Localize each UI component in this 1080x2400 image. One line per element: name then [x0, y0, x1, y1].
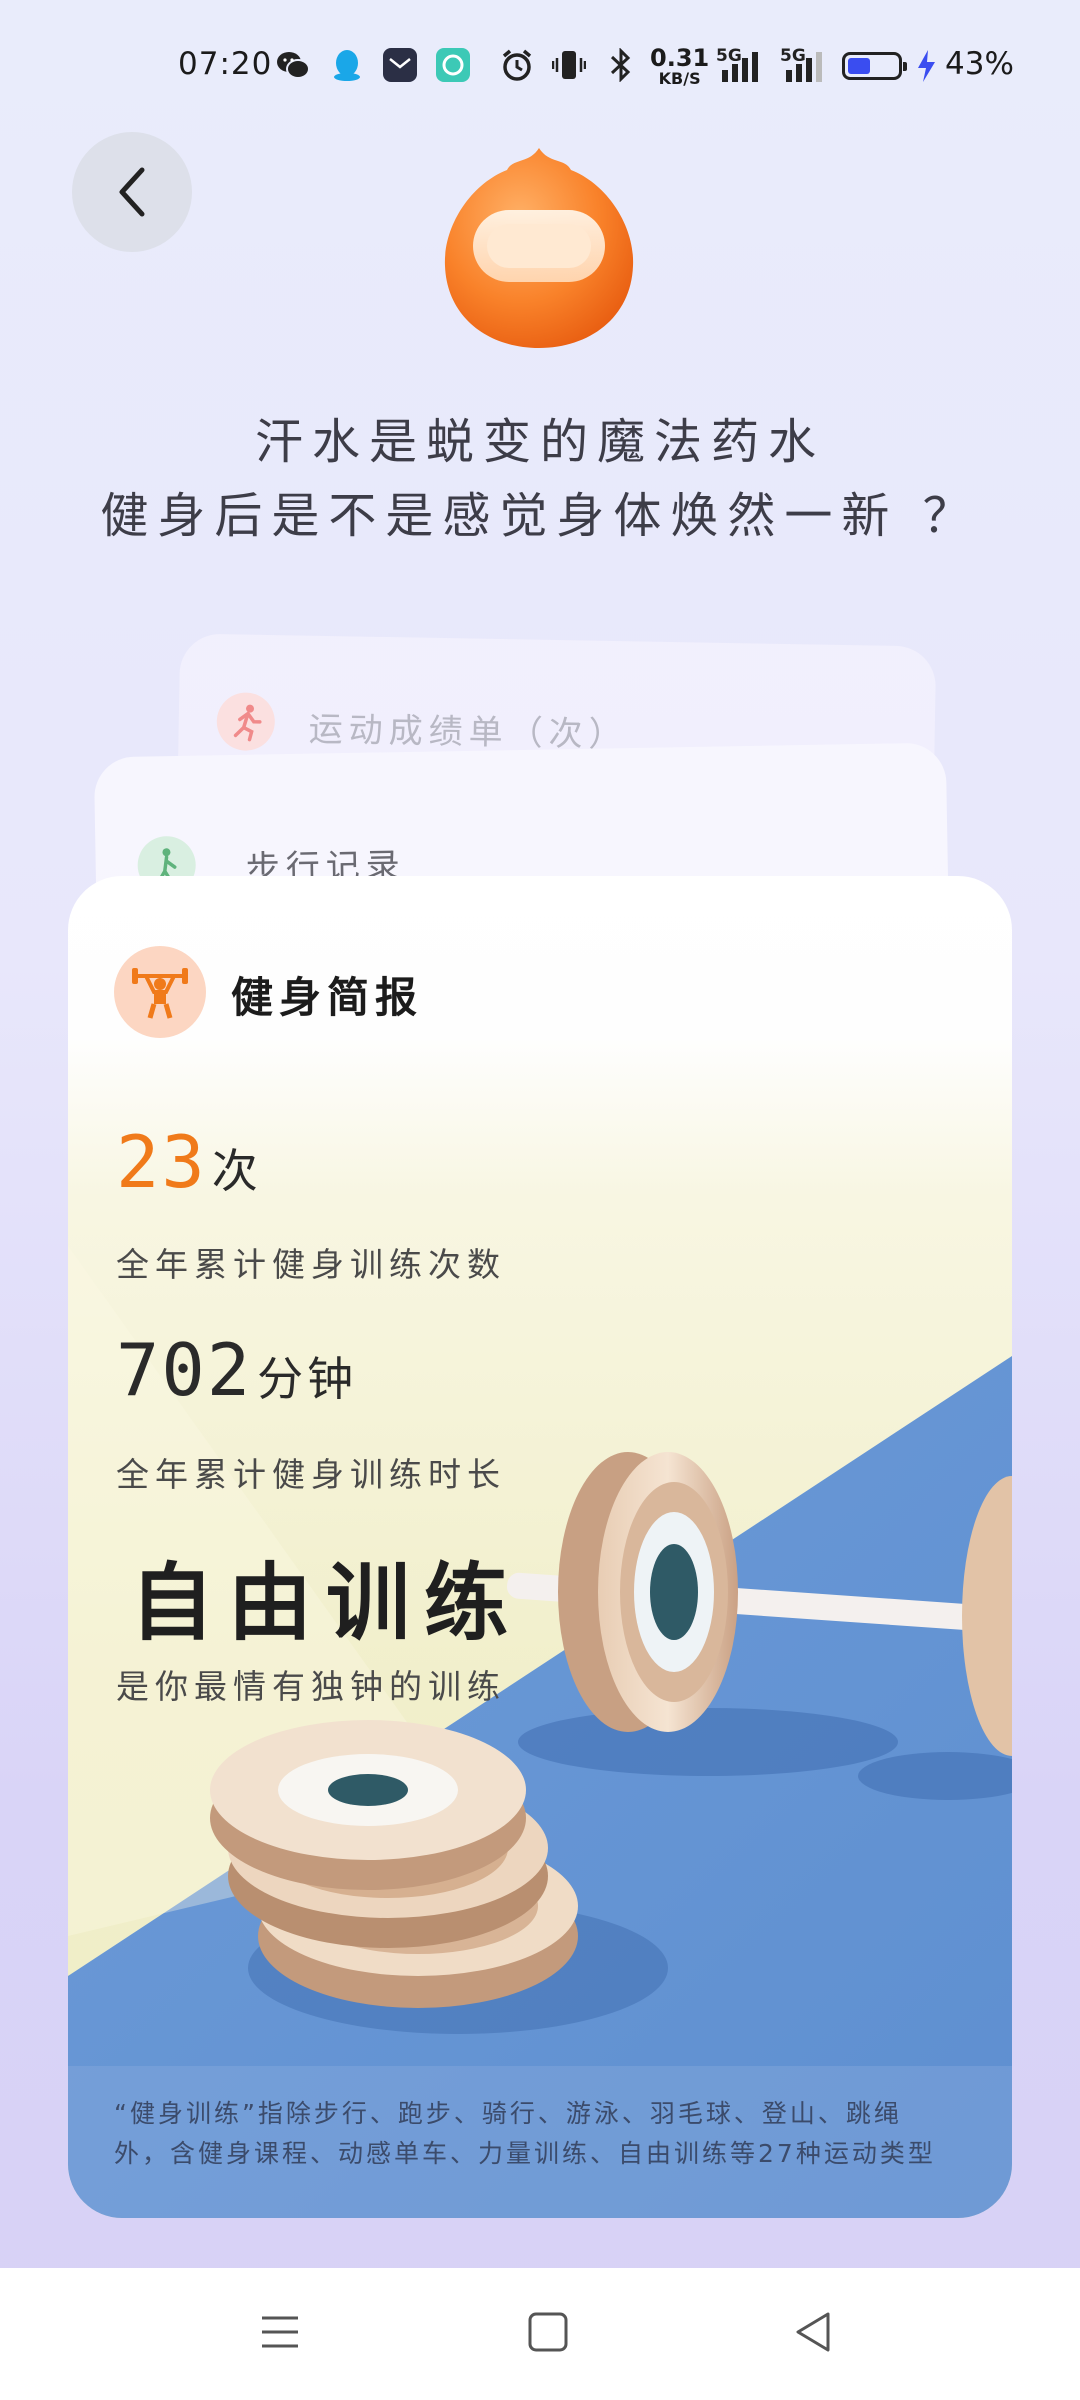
card-title: 健身简报: [231, 973, 424, 1022]
footnote-line1: “健身训练”指除步行、跑步、骑行、游泳、羽毛球、登山、跳绳: [114, 2099, 902, 2128]
minutes-unit: 分钟: [257, 1352, 358, 1406]
headline-line2: 健身后是不是感觉身体焕然一新 ？: [100, 488, 980, 544]
minutes-stat: 702 分钟: [116, 1328, 357, 1412]
net-speed: 0.31 KB/S: [650, 44, 710, 88]
count-value: 23: [116, 1120, 207, 1204]
minutes-value: 702: [116, 1328, 253, 1412]
battery-percent: 43%: [945, 46, 1014, 82]
bluetooth-icon: [604, 48, 638, 82]
back-button[interactable]: [72, 132, 192, 252]
weightlifter-icon: [114, 946, 206, 1038]
footnote: “健身训练”指除步行、跑步、骑行、游泳、羽毛球、登山、跳绳 外，含健身课程、动感…: [114, 2094, 984, 2174]
footnote-line2: 外，含健身课程、动感单车、力量训练、自由训练等27种运动类型: [114, 2139, 936, 2168]
favorite-training: 自由训练: [130, 1553, 523, 1652]
headline: 汗水是蜕变的魔法药水 健身后是不是感觉身体焕然一新 ？: [0, 405, 1080, 553]
status-time: 07:20: [178, 46, 273, 82]
alarm-icon: [500, 48, 534, 82]
qq-icon: [330, 48, 364, 82]
count-desc: 全年累计健身训练次数: [116, 1245, 506, 1284]
menu-icon[interactable]: [258, 2310, 302, 2354]
status-bar: 07:20 0.31 KB/S 5G 5G 43%: [178, 44, 1014, 88]
running-icon: [216, 692, 276, 752]
battery-icon: [842, 52, 907, 80]
favorite-desc: 是你最情有独钟的训练: [116, 1667, 506, 1706]
back-triangle-icon[interactable]: [792, 2310, 836, 2354]
chat-icon: [436, 48, 470, 82]
home-square-icon[interactable]: [526, 2310, 570, 2354]
chevron-left-icon: [119, 167, 145, 217]
fitness-summary-card: 健身简报 23 次 全年累计健身训练次数 702 分钟 全年累计健身训练时长 自…: [68, 876, 1012, 2218]
charging-icon: [914, 48, 938, 88]
navigation-bar: [0, 2268, 1080, 2400]
orange-mascot-icon: [437, 140, 641, 355]
wechat-icon: [276, 48, 310, 82]
headline-line1: 汗水是蜕变的魔法药水: [254, 414, 825, 470]
minutes-desc: 全年累计健身训练时长: [116, 1455, 506, 1494]
vibrate-icon: [552, 48, 586, 82]
count-unit: 次: [211, 1144, 262, 1198]
mail-icon: [383, 48, 417, 82]
count-stat: 23 次: [116, 1120, 262, 1204]
